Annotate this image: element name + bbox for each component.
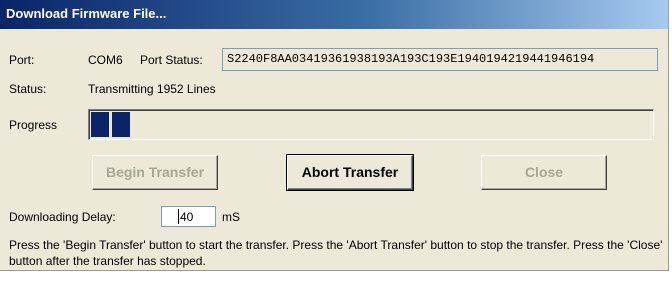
progress-label: Progress <box>9 118 58 132</box>
text-caret <box>178 209 179 224</box>
download-firmware-dialog: Download Firmware File... Port: COM6 Por… <box>0 0 669 271</box>
downloading-delay-label: Downloading Delay: <box>9 210 116 224</box>
port-status-label: Port Status: <box>140 53 203 67</box>
port-status-field: S2240F8AA03419361938193A193C193E19401942… <box>222 48 658 71</box>
progress-fill <box>91 112 130 137</box>
window-title: Download Firmware File... <box>6 6 167 21</box>
abort-transfer-button[interactable]: Abort Transfer <box>287 155 413 190</box>
close-button[interactable]: Close <box>481 155 607 190</box>
begin-transfer-button[interactable]: Begin Transfer <box>92 155 218 190</box>
status-value: Transmitting 1952 Lines <box>88 82 216 96</box>
delay-unit-label: mS <box>222 210 240 224</box>
status-label: Status: <box>9 82 47 96</box>
title-bar[interactable]: Download Firmware File... <box>0 0 668 29</box>
instructions-text: Press the 'Begin Transfer' button to sta… <box>9 238 663 268</box>
progress-bar <box>88 109 654 140</box>
downloading-delay-input[interactable] <box>161 206 216 227</box>
port-value: COM6 <box>88 53 123 67</box>
port-label: Port: <box>9 53 35 67</box>
